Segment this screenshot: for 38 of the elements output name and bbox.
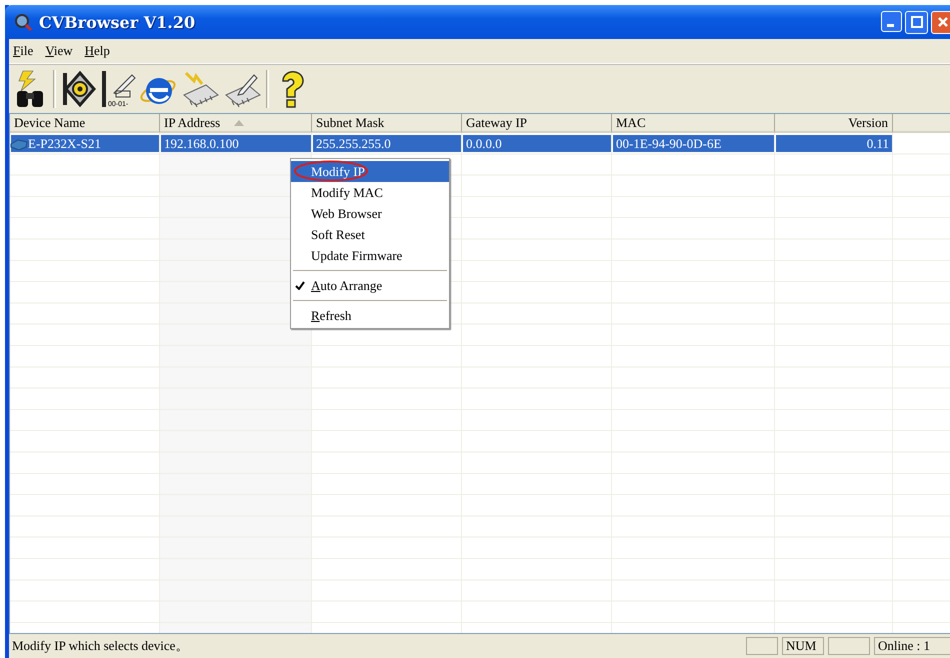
column-header[interactable]: Version <box>775 114 893 133</box>
status-pane: Online : 1 <box>874 637 950 655</box>
maximize-button[interactable] <box>905 10 928 34</box>
status-pane <box>828 637 870 655</box>
column-header[interactable]: Gateway IP <box>462 114 612 133</box>
column-header[interactable]: Device Name <box>10 114 160 133</box>
maximize-icon <box>910 16 922 28</box>
device-icon <box>10 138 28 150</box>
column-header[interactable]: Subnet Mask <box>312 114 462 133</box>
table-cell: 255.255.255.0 <box>313 135 461 152</box>
menu-item[interactable]: Refresh <box>291 305 449 326</box>
menu-item[interactable]: Soft Reset <box>291 224 449 245</box>
menu-item[interactable]: File <box>13 43 34 59</box>
table-cell: 0.0.0.0 <box>463 135 611 152</box>
menu-item[interactable]: Update Firmware <box>291 245 449 266</box>
magnifier-icon <box>13 12 33 32</box>
menu-item[interactable]: Web Browser <box>291 203 449 224</box>
window-title: CVBrowser V1.20 <box>39 12 196 32</box>
minimize-icon <box>887 24 894 26</box>
table-cell: E-P232X-S21 <box>11 135 159 152</box>
close-button[interactable] <box>931 10 950 34</box>
menu-item[interactable]: Help <box>84 43 110 59</box>
menu-item[interactable]: Auto Arrange <box>291 275 449 296</box>
status-pane: NUM <box>782 637 824 655</box>
status-pane <box>746 637 778 655</box>
menu-item[interactable]: View <box>45 43 73 59</box>
column-header[interactable]: IP Address <box>160 114 312 133</box>
menu-item[interactable]: Modify IP <box>291 161 449 182</box>
minimize-button[interactable] <box>881 10 902 32</box>
column-header[interactable]: MAC <box>612 114 775 133</box>
table-cell: 192.168.0.100 <box>161 135 311 152</box>
close-icon <box>936 16 948 28</box>
sort-arrow-icon <box>234 120 244 126</box>
checkmark-icon <box>295 281 307 290</box>
table-cell: 00-1E-94-90-0D-6E <box>613 135 774 152</box>
status-message: Modify IP which selects device。 <box>11 637 190 655</box>
table-cell: 0.11 <box>776 135 892 152</box>
menu-item[interactable]: Modify MAC <box>291 182 449 203</box>
